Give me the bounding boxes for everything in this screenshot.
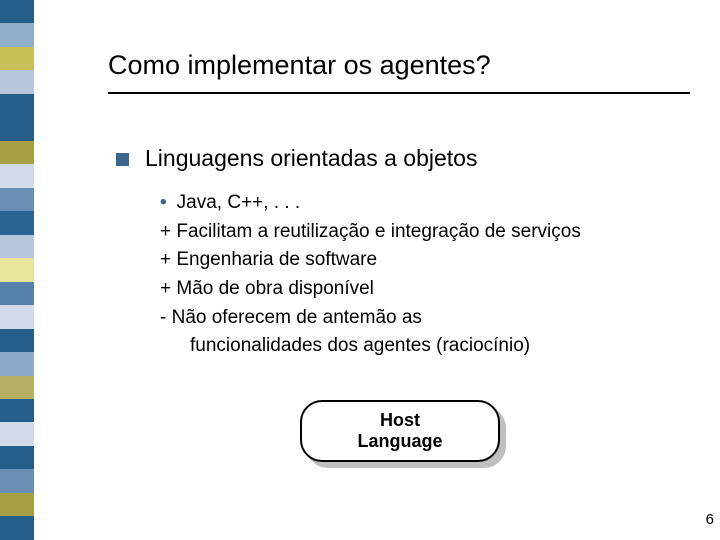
slide: Como implementar os agentes? Linguagens … — [0, 0, 720, 540]
stripe-segment — [0, 0, 34, 23]
host-line1: Host — [380, 410, 420, 431]
decorative-stripe — [0, 0, 34, 540]
stripe-segment — [0, 305, 34, 328]
section-heading: Linguagens orientadas a objetos — [145, 145, 477, 172]
dot-bullet-icon: • — [160, 190, 167, 216]
stripe-segment — [0, 352, 34, 375]
stripe-segment — [0, 282, 34, 305]
bullet-level2-list: • Java, C++, . . . + Facilitam a reutili… — [160, 190, 660, 362]
stripe-segment — [0, 141, 34, 164]
host-line2: Language — [357, 431, 442, 452]
stripe-segment — [0, 493, 34, 516]
stripe-segment — [0, 47, 34, 70]
stripe-segment — [0, 376, 34, 399]
list-item: - Não oferecem de antemão as — [160, 305, 660, 331]
stripe-segment — [0, 70, 34, 93]
host-language-box: Host Language — [300, 400, 500, 462]
title-row: Como implementar os agentes? — [108, 50, 680, 81]
stripe-segment — [0, 516, 34, 539]
bullet-level1: Linguagens orientadas a objetos — [116, 145, 477, 172]
stripe-segment — [0, 329, 34, 352]
list-item-continuation: funcionalidades dos agentes (raciocínio) — [160, 333, 660, 359]
title-underline — [108, 92, 690, 94]
stripe-segment — [0, 164, 34, 187]
stripe-segment — [0, 235, 34, 258]
list-item: • Java, C++, . . . — [160, 190, 660, 216]
list-item: + Mão de obra disponível — [160, 276, 660, 302]
stripe-segment — [0, 94, 34, 117]
stripe-segment — [0, 117, 34, 140]
stripe-segment — [0, 446, 34, 469]
square-bullet-icon — [116, 153, 129, 166]
stripe-segment — [0, 188, 34, 211]
stripe-segment — [0, 211, 34, 234]
stripe-segment — [0, 469, 34, 492]
stripe-segment — [0, 258, 34, 281]
stripe-segment — [0, 23, 34, 46]
list-item: + Engenharia de software — [160, 247, 660, 273]
box-face: Host Language — [300, 400, 500, 462]
page-number: 6 — [706, 511, 714, 528]
stripe-segment — [0, 399, 34, 422]
list-text: Java, C++, . . . — [177, 190, 301, 216]
stripe-segment — [0, 422, 34, 445]
slide-title: Como implementar os agentes? — [108, 50, 680, 81]
list-item: + Facilitam a reutilização e integração … — [160, 219, 660, 245]
